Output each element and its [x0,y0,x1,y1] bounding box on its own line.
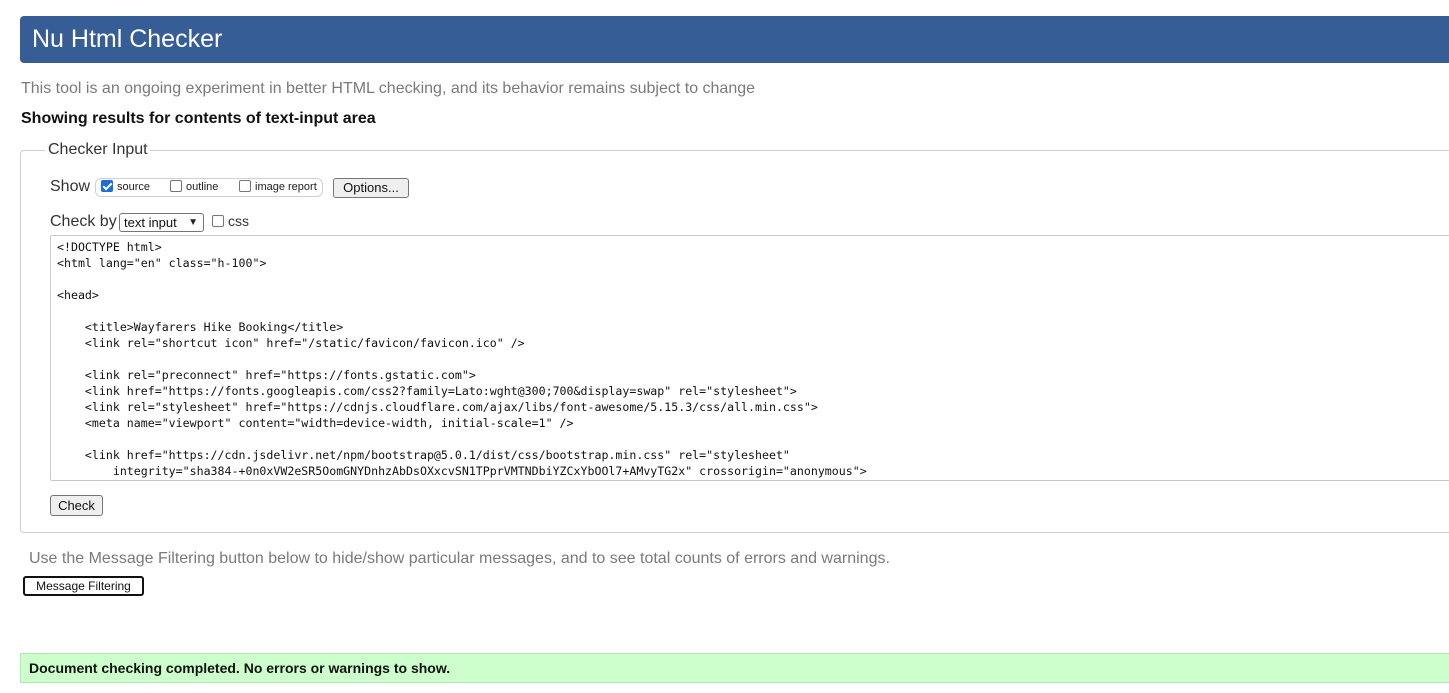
source-textarea[interactable]: <!DOCTYPE html> <html lang="en" class="h… [50,235,1449,481]
app-header: Nu Html Checker [20,16,1449,63]
source-checkbox-label[interactable]: source [117,181,150,193]
check-by-select[interactable]: text input ▼ [119,213,204,232]
check-by-label: Check by [50,213,117,230]
outline-checkbox-label[interactable]: outline [186,181,218,193]
checker-input-legend: Checker Input [45,141,150,159]
css-checkbox-label[interactable]: css [228,213,249,229]
tagline: This tool is an ongoing experiment in be… [21,80,756,97]
check-button[interactable]: Check [50,495,103,516]
results-heading: Showing results for contents of text-inp… [21,110,376,127]
message-filtering-note: Use the Message Filtering button below t… [29,550,890,567]
image-report-checkbox[interactable] [239,180,251,192]
outline-checkbox[interactable] [170,180,182,192]
message-filtering-button[interactable]: Message Filtering [23,576,144,596]
chevron-down-icon: ▼ [188,217,198,228]
result-message: Document checking completed. No errors o… [29,660,451,676]
options-button[interactable]: Options... [333,178,409,198]
source-checkbox[interactable] [101,180,113,192]
show-label: Show [50,178,91,195]
image-report-checkbox-label[interactable]: image report [255,181,317,193]
page-title: Nu Html Checker [32,25,223,53]
css-checkbox[interactable] [212,215,224,227]
source-text: <!DOCTYPE html> <html lang="en" class="h… [57,240,867,478]
result-success-banner: Document checking completed. No errors o… [20,653,1449,683]
check-by-selected-value: text input [124,215,177,230]
